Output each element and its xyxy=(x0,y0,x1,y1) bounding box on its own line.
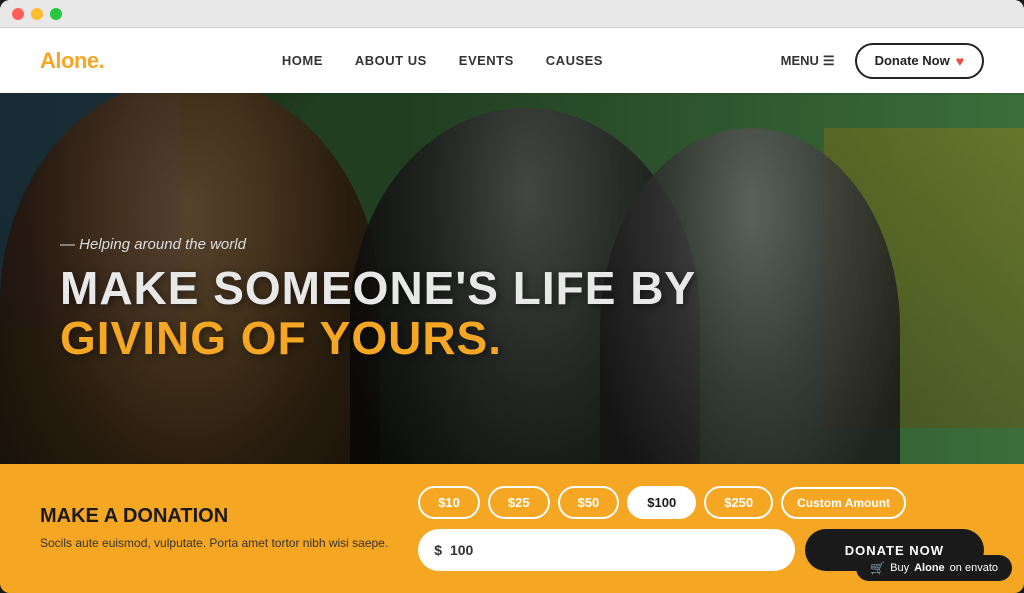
amount-100[interactable]: $100 xyxy=(627,486,696,519)
hero-tagline: Helping around the world xyxy=(60,236,696,253)
hero-content: Helping around the world MAKE SOMEONE'S … xyxy=(60,236,696,364)
amount-buttons: $10 $25 $50 $100 $250 Custom Amount xyxy=(418,486,984,519)
nav-item-events[interactable]: EVENTS xyxy=(459,52,514,70)
nav-item-causes[interactable]: CAUSES xyxy=(546,52,603,70)
minimize-button[interactable] xyxy=(31,8,43,20)
custom-amount-button[interactable]: Custom Amount xyxy=(781,487,906,519)
donation-info: MAKE A DONATION Socils aute euismod, vul… xyxy=(40,505,388,552)
maximize-button[interactable] xyxy=(50,8,62,20)
cart-icon: 🛒 xyxy=(870,561,885,575)
browser-window: Helping around the world MAKE SOMEONE'S … xyxy=(0,0,1024,593)
nav-right: MENU ☰ Donate Now ♥ xyxy=(781,43,984,79)
amount-25[interactable]: $25 xyxy=(488,486,550,519)
hero-title-white: MAKE SOMEONE'S LIFE BY xyxy=(60,263,696,314)
donation-description: Socils aute euismod, vulputate. Porta am… xyxy=(40,534,388,552)
nav-item-home[interactable]: HOME xyxy=(282,52,323,70)
amount-input-wrap: $ xyxy=(418,529,795,571)
amount-50[interactable]: $50 xyxy=(558,486,620,519)
page-content: Helping around the world MAKE SOMEONE'S … xyxy=(0,28,1024,593)
site-logo[interactable]: Alone. xyxy=(40,48,104,74)
amount-250[interactable]: $250 xyxy=(704,486,773,519)
amount-input[interactable] xyxy=(450,542,779,558)
hero-title-gold: GIVING OF YOURS. xyxy=(60,313,696,364)
title-bar xyxy=(0,0,1024,28)
envato-badge[interactable]: 🛒 Buy Alone on envato xyxy=(856,555,1012,581)
menu-button[interactable]: MENU ☰ xyxy=(781,53,835,69)
navbar: Alone. HOME ABOUT US EVENTS CAUSES MENU … xyxy=(0,28,1024,93)
donation-title: MAKE A DONATION xyxy=(40,505,388,528)
nav-item-about[interactable]: ABOUT US xyxy=(355,52,427,70)
amount-10[interactable]: $10 xyxy=(418,486,480,519)
close-button[interactable] xyxy=(12,8,24,20)
currency-symbol: $ xyxy=(434,542,442,558)
donate-button[interactable]: Donate Now ♥ xyxy=(855,43,984,79)
heart-icon: ♥ xyxy=(956,53,964,69)
nav-links: HOME ABOUT US EVENTS CAUSES xyxy=(282,52,603,70)
